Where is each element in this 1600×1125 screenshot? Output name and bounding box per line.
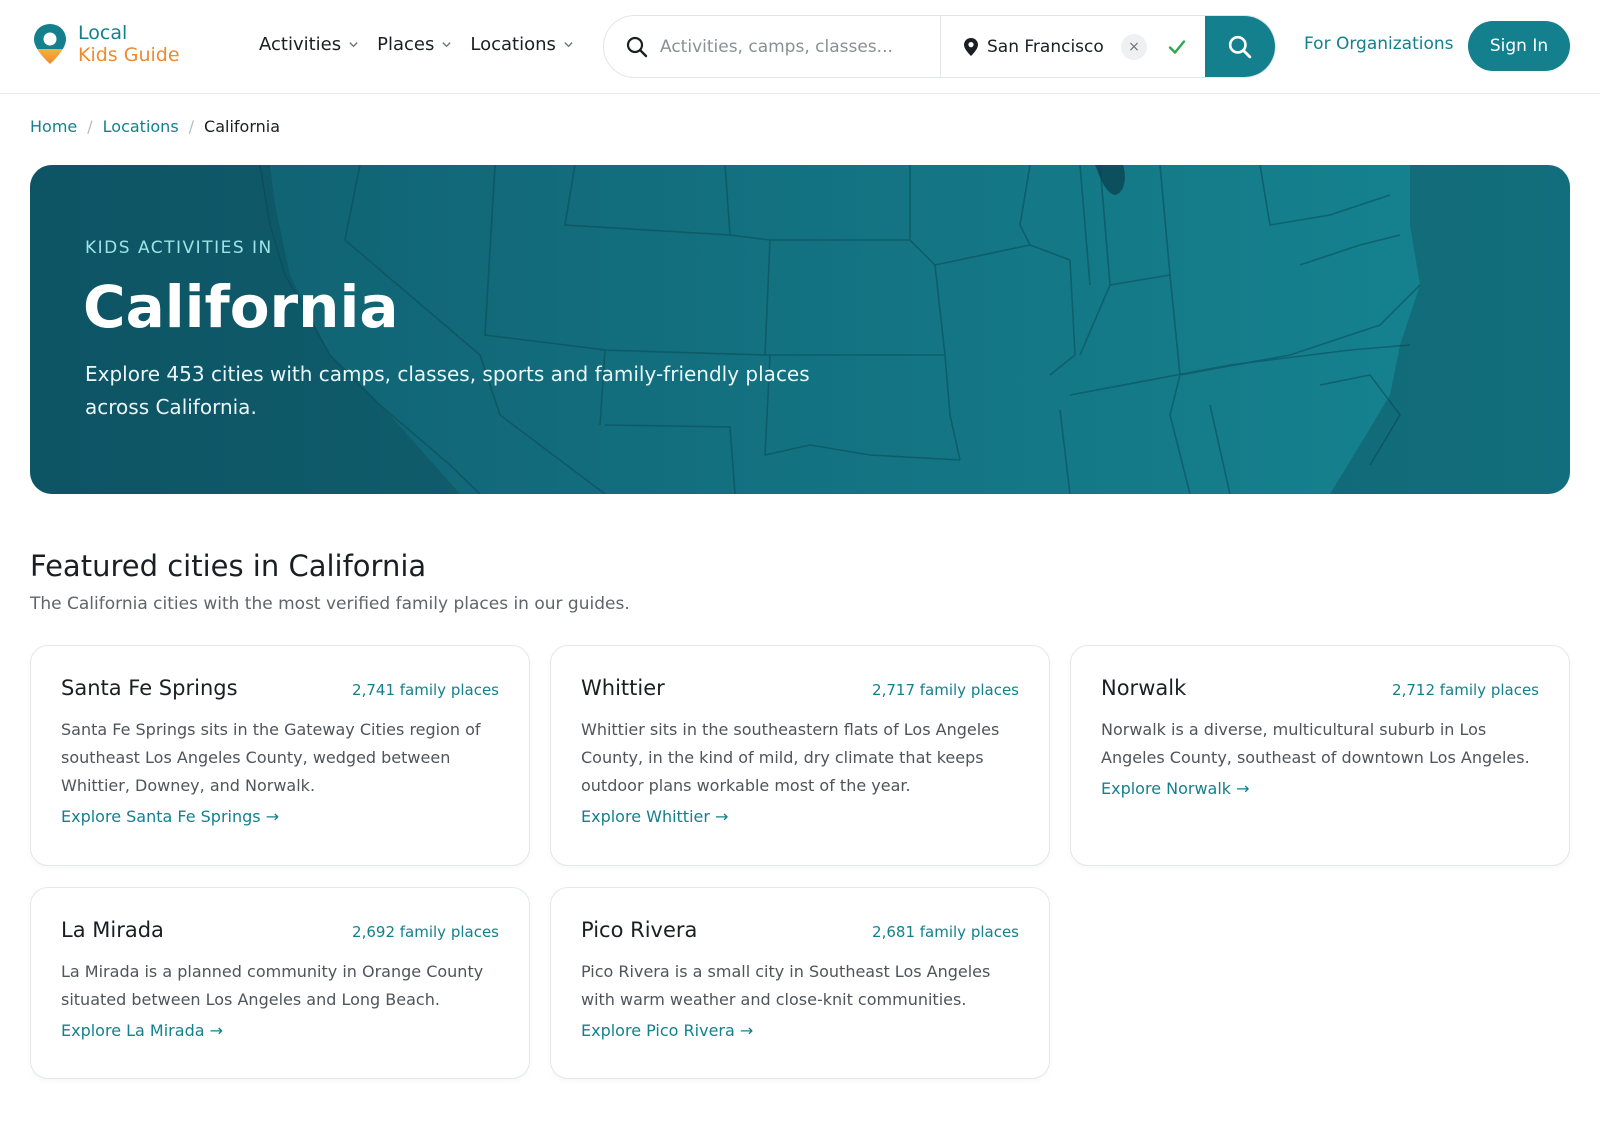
breadcrumb-locations[interactable]: Locations [103, 117, 179, 136]
city-card[interactable]: Norwalk 2,712 family places Norwalk is a… [1070, 645, 1570, 866]
breadcrumb-separator: / [188, 117, 195, 136]
city-card[interactable]: Santa Fe Springs 2,741 family places San… [30, 645, 530, 866]
nav-places[interactable]: Places [377, 34, 452, 55]
nav-locations-label: Locations [470, 34, 556, 55]
clear-location-button[interactable]: × [1121, 33, 1147, 60]
featured-subtitle: The California cities with the most veri… [30, 594, 630, 614]
explore-city-link[interactable]: Explore Santa Fe Springs → [61, 807, 279, 826]
chevron-down-icon [442, 42, 452, 48]
search-icon [1228, 35, 1252, 58]
search-bar: × [603, 15, 1276, 78]
search-icon [626, 36, 648, 57]
keyword-input[interactable] [660, 36, 930, 57]
city-description: Pico Rivera is a small city in Southeast… [581, 962, 991, 1009]
city-name: Santa Fe Springs [61, 676, 238, 700]
logo-text-kids-guide: Kids Guide [78, 44, 180, 66]
logo-text-local: Local [78, 22, 128, 44]
breadcrumb-current: California [204, 117, 281, 136]
nav-activities-label: Activities [259, 34, 342, 55]
explore-city-link[interactable]: Explore Pico Rivera → [581, 1021, 753, 1040]
city-card[interactable]: Pico Rivera 2,681 family places Pico Riv… [550, 887, 1050, 1079]
hero-description: Explore 453 cities with camps, classes, … [85, 362, 810, 419]
city-description: Whittier sits in the southeastern flats … [581, 720, 1000, 795]
breadcrumb-separator: / [87, 117, 93, 136]
map-pin-logo-icon [34, 24, 66, 64]
site-header: Local Kids Guide Activities Places Locat… [0, 0, 1600, 94]
family-places-count: 2,712 family places [1392, 681, 1539, 699]
family-places-count: 2,741 family places [352, 681, 499, 699]
location-search: × [941, 16, 1275, 77]
family-places-count: 2,717 family places [872, 681, 1019, 699]
chevron-down-icon [349, 42, 358, 48]
nav-locations[interactable]: Locations [470, 34, 574, 55]
city-description: Santa Fe Springs sits in the Gateway Cit… [61, 720, 481, 795]
hero-eyebrow: KIDS ACTIVITIES IN [85, 238, 273, 258]
chevron-down-icon [564, 42, 573, 48]
nav-activities[interactable]: Activities [259, 34, 359, 55]
keyword-search [604, 16, 941, 77]
location-pin-icon [964, 37, 978, 56]
nav-places-label: Places [377, 34, 435, 55]
family-places-count: 2,692 family places [352, 923, 499, 941]
logo[interactable]: Local Kids Guide [32, 22, 180, 66]
hero-title: California [83, 273, 399, 341]
featured-title: Featured cities in California [30, 549, 427, 583]
search-button[interactable] [1205, 16, 1275, 77]
breadcrumb: Home / Locations / California [30, 117, 280, 136]
explore-city-link[interactable]: Explore Norwalk → [1101, 779, 1250, 798]
city-card[interactable]: La Mirada 2,692 family places La Mirada … [30, 887, 530, 1079]
city-name: Whittier [581, 676, 665, 700]
family-places-count: 2,681 family places [872, 923, 1019, 941]
city-name: Pico Rivera [581, 918, 698, 942]
for-organizations-link[interactable]: For Organizations [1304, 34, 1454, 54]
city-card-grid: Santa Fe Springs 2,741 family places San… [30, 645, 1570, 1079]
explore-city-link[interactable]: Explore Whittier → [581, 807, 728, 826]
city-name: Norwalk [1101, 676, 1187, 700]
city-name: La Mirada [61, 918, 164, 942]
city-description: La Mirada is a planned community in Oran… [61, 962, 484, 1009]
explore-city-link[interactable]: Explore La Mirada → [61, 1021, 223, 1040]
sign-in-button[interactable]: Sign In [1468, 21, 1570, 71]
hero-banner: KIDS ACTIVITIES IN California Explore 45… [30, 165, 1570, 494]
check-icon [1168, 39, 1186, 54]
city-card[interactable]: Whittier 2,717 family places Whittier si… [550, 645, 1050, 866]
breadcrumb-home[interactable]: Home [30, 117, 77, 136]
main-nav: Activities Places Locations [259, 34, 574, 55]
location-input[interactable] [987, 36, 1105, 57]
city-description: Norwalk is a diverse, multicultural subu… [1101, 720, 1530, 767]
